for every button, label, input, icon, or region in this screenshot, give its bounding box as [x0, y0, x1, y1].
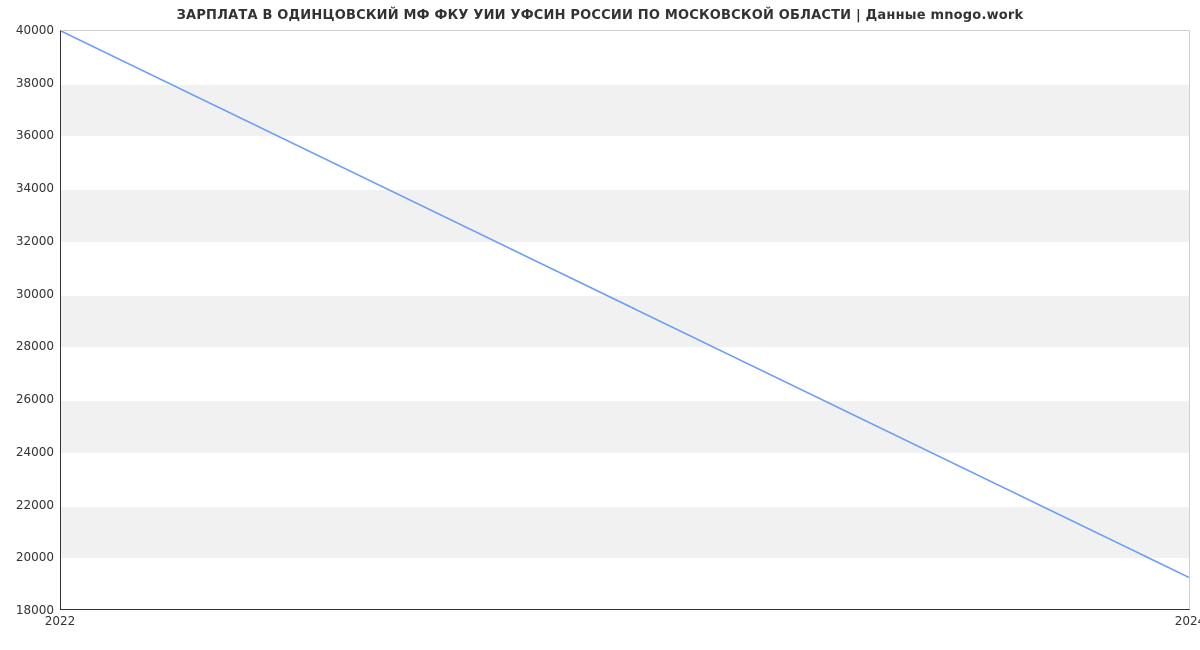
- y-tick-label: 30000: [4, 287, 54, 301]
- y-tick-label: 38000: [4, 76, 54, 90]
- chart-container: ЗАРПЛАТА В ОДИНЦОВСКИЙ МФ ФКУ УИИ УФСИН …: [0, 0, 1200, 650]
- y-tick-label: 24000: [4, 445, 54, 459]
- x-tick-label: 2022: [45, 614, 76, 628]
- plot-area: [60, 30, 1190, 610]
- chart-title: ЗАРПЛАТА В ОДИНЦОВСКИЙ МФ ФКУ УИИ УФСИН …: [0, 8, 1200, 23]
- y-tick-label: 20000: [4, 550, 54, 564]
- y-tick-label: 26000: [4, 392, 54, 406]
- y-tick-label: 34000: [4, 181, 54, 195]
- y-tick-label: 28000: [4, 339, 54, 353]
- y-tick-label: 32000: [4, 234, 54, 248]
- line-series: [61, 31, 1189, 609]
- y-tick-label: 40000: [4, 23, 54, 37]
- series-line: [61, 31, 1189, 577]
- x-tick-label: 2024: [1175, 614, 1200, 628]
- y-tick-label: 22000: [4, 498, 54, 512]
- y-tick-label: 36000: [4, 128, 54, 142]
